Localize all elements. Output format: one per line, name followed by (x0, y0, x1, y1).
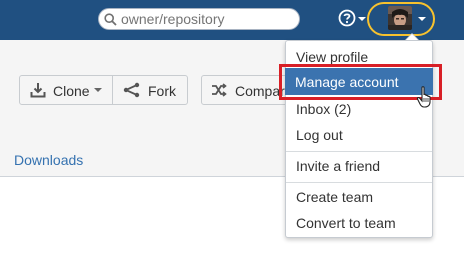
clone-button-label: Clone (53, 83, 90, 99)
shuffle-icon (211, 82, 227, 101)
clone-chevron-down-icon (94, 88, 102, 92)
compare-button-label: Compar (235, 83, 285, 99)
menu-item-convert-to-team[interactable]: Convert to team (296, 215, 396, 231)
fork-icon (123, 82, 141, 101)
fork-button[interactable]: Fork (112, 75, 188, 105)
menu-pointer-inner (406, 34, 418, 40)
menu-divider (286, 151, 432, 152)
downloads-link[interactable]: Downloads (14, 152, 83, 168)
menu-item-inbox[interactable]: Inbox (2) (296, 101, 351, 117)
menu-item-invite-friend[interactable]: Invite a friend (296, 158, 380, 174)
user-menu-chevron-down-icon[interactable] (418, 17, 426, 21)
search-icon (104, 13, 117, 31)
menu-item-create-team[interactable]: Create team (296, 189, 373, 205)
hand-pointer-cursor-icon (416, 86, 436, 113)
search-input[interactable] (121, 9, 293, 29)
menu-divider (286, 182, 432, 183)
fork-button-label: Fork (148, 83, 176, 99)
menu-item-view-profile[interactable]: View profile (296, 49, 368, 65)
download-icon (30, 82, 46, 101)
avatar[interactable] (388, 6, 412, 30)
search-box[interactable] (98, 8, 300, 30)
help-icon[interactable] (338, 9, 356, 32)
help-chevron-down-icon[interactable] (358, 17, 366, 21)
clone-button[interactable]: Clone (19, 75, 113, 105)
compare-button[interactable]: Compar (201, 75, 291, 105)
menu-item-log-out[interactable]: Log out (296, 127, 343, 143)
